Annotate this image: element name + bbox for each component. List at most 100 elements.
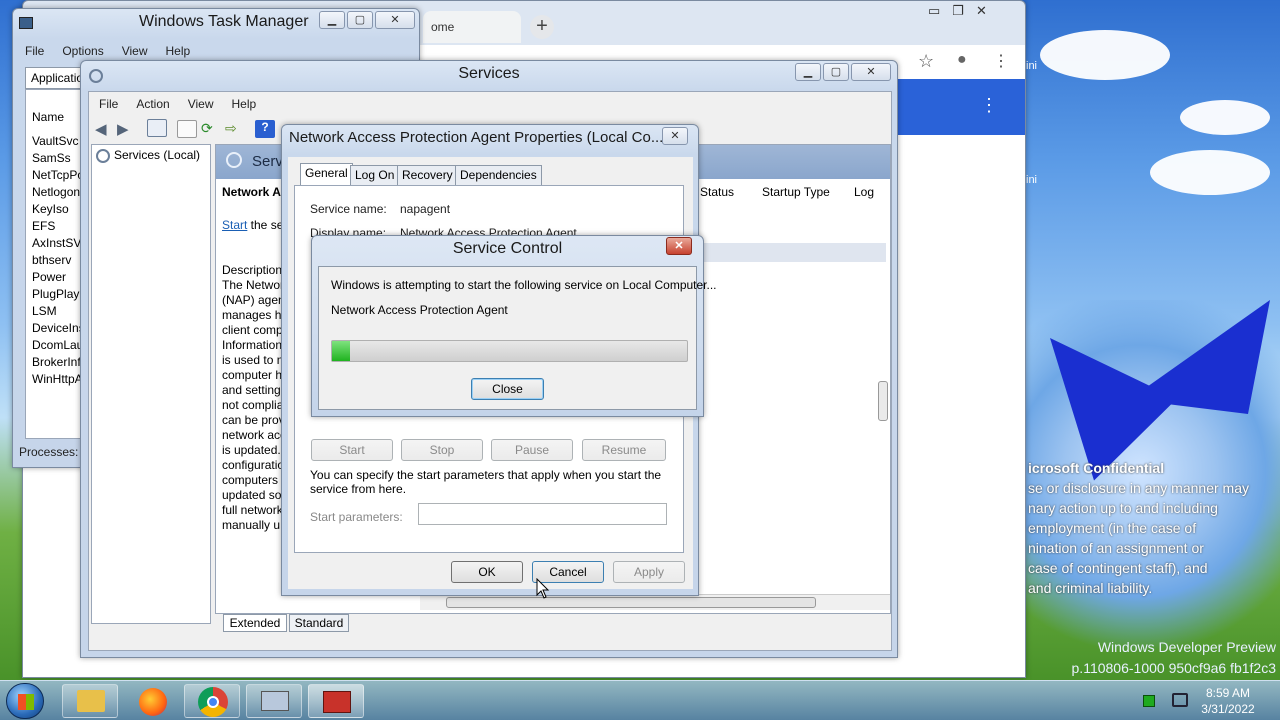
menu-file[interactable]: File bbox=[99, 97, 118, 111]
menu-view[interactable]: View bbox=[122, 44, 148, 58]
menu-help[interactable]: Help bbox=[166, 44, 191, 58]
help-icon[interactable]: ? bbox=[255, 120, 275, 138]
start-params-input[interactable] bbox=[418, 503, 667, 525]
taskbar-services[interactable] bbox=[308, 684, 364, 718]
start-button[interactable] bbox=[6, 683, 44, 719]
bookmark-star-icon[interactable]: ☆ bbox=[918, 51, 934, 72]
tray-clock[interactable]: 8:59 AM 3/31/2022 bbox=[1196, 685, 1260, 717]
service-description: Description The Network (NAP) agen manages … bbox=[222, 263, 286, 533]
processes-status: Processes: 4 bbox=[19, 445, 85, 459]
description-line: manually u bbox=[222, 518, 281, 532]
close-button[interactable]: ✕ bbox=[851, 63, 891, 81]
tab-recovery[interactable]: Recovery bbox=[397, 165, 458, 185]
progress-message: Windows is attempting to start the follo… bbox=[331, 278, 717, 292]
page-menu-icon[interactable]: ⋮ bbox=[980, 95, 998, 116]
start-service-link[interactable]: Start bbox=[222, 218, 247, 232]
network-icon[interactable] bbox=[1172, 693, 1188, 707]
confidential-line: nary action up to and including bbox=[1028, 500, 1218, 516]
column-log-on-as[interactable]: Log bbox=[854, 185, 874, 199]
description-line: is used to m bbox=[222, 353, 286, 367]
vertical-scrollbar-thumb[interactable] bbox=[878, 381, 888, 421]
account-icon[interactable]: ● bbox=[957, 51, 967, 69]
column-name[interactable]: Name bbox=[32, 110, 64, 124]
confidential-watermark: icrosoft Confidential se or disclosure i… bbox=[1028, 458, 1280, 598]
chrome-tab[interactable]: ome bbox=[423, 11, 521, 43]
description-line: Description bbox=[222, 263, 283, 277]
taskbar-task-manager[interactable] bbox=[246, 684, 302, 718]
cloud bbox=[1040, 30, 1170, 80]
tab-log-on[interactable]: Log On bbox=[350, 165, 400, 185]
description-line: (NAP) agen bbox=[222, 293, 285, 307]
service-control-dialog: Service Control ✕ Windows is attempting … bbox=[311, 235, 717, 417]
start-link-line: Start the se bbox=[222, 218, 286, 232]
caption-buttons: ▁ ▢ ✕ bbox=[319, 11, 415, 29]
properties-icon[interactable] bbox=[177, 120, 197, 138]
properties-tabs: General Log On Recovery Dependencies bbox=[294, 163, 684, 187]
services-menubar: File Action View Help bbox=[99, 97, 256, 111]
minimize-button[interactable]: ▁ bbox=[319, 11, 345, 29]
progress-service-name: Network Access Protection Agent bbox=[331, 303, 508, 317]
description-line: computers bbox=[222, 473, 279, 487]
column-status[interactable]: Status bbox=[700, 185, 734, 199]
start-params-label: Start parameters: bbox=[310, 510, 403, 524]
maximize-button[interactable]: ▢ bbox=[823, 63, 849, 81]
service-control-client: Windows is attempting to start the follo… bbox=[318, 266, 717, 410]
tab-applications[interactable]: Applications bbox=[25, 67, 85, 89]
forward-arrow-icon[interactable]: ▶ bbox=[117, 120, 137, 138]
caption-buttons: ✕ bbox=[662, 127, 688, 145]
description-line: computer h bbox=[222, 368, 283, 382]
mouse-cursor-icon bbox=[536, 578, 550, 599]
minimize-button[interactable]: ▭ bbox=[928, 3, 940, 19]
close-button[interactable]: ✕ bbox=[375, 11, 415, 29]
tab-general[interactable]: General bbox=[300, 163, 353, 185]
resume-button[interactable]: Resume bbox=[582, 439, 666, 461]
menu-action[interactable]: Action bbox=[136, 97, 169, 111]
horizontal-scrollbar-thumb[interactable] bbox=[446, 597, 816, 608]
description-line: network acc bbox=[222, 428, 286, 442]
confidential-line: se or disclosure in any manner may bbox=[1028, 480, 1249, 496]
description-line: The Network bbox=[222, 278, 286, 292]
tree-item-services-local[interactable]: Services (Local) bbox=[114, 148, 200, 162]
menu-help[interactable]: Help bbox=[232, 97, 257, 111]
show-tree-icon[interactable] bbox=[147, 119, 167, 137]
horizontal-scrollbar[interactable] bbox=[420, 594, 890, 610]
confidential-line: employment (in the case of bbox=[1028, 520, 1197, 536]
menu-view[interactable]: View bbox=[188, 97, 214, 111]
dev-preview-watermark: Windows Developer Preview p.110806-1000 … bbox=[1040, 637, 1276, 679]
description-line: can be prov bbox=[222, 413, 285, 427]
menu-file[interactable]: File bbox=[25, 44, 44, 58]
desktop-edge-text: ini bbox=[1026, 60, 1038, 72]
restore-button[interactable]: ❐ bbox=[952, 3, 964, 19]
back-arrow-icon[interactable]: ◀ bbox=[95, 120, 115, 138]
stop-button[interactable]: Stop bbox=[401, 439, 483, 461]
windows-logo-icon bbox=[18, 694, 34, 710]
refresh-icon[interactable]: ⟳ bbox=[201, 120, 221, 138]
ok-button[interactable]: OK bbox=[451, 561, 523, 583]
close-button[interactable]: ✕ bbox=[976, 3, 987, 19]
close-button[interactable]: ✕ bbox=[666, 237, 692, 255]
clock-date: 3/31/2022 bbox=[1201, 702, 1255, 716]
tab-standard[interactable]: Standard bbox=[289, 614, 349, 632]
maximize-button[interactable]: ▢ bbox=[347, 11, 373, 29]
apply-button[interactable]: Apply bbox=[613, 561, 685, 583]
taskbar-firefox[interactable] bbox=[124, 684, 180, 718]
new-tab-button[interactable]: + bbox=[530, 15, 554, 39]
tray-status-icon[interactable] bbox=[1143, 695, 1155, 707]
close-button[interactable]: ✕ bbox=[662, 127, 688, 145]
menu-options[interactable]: Options bbox=[62, 44, 103, 58]
tab-extended[interactable]: Extended bbox=[223, 614, 287, 632]
column-startup-type[interactable]: Startup Type bbox=[762, 185, 830, 199]
taskbar-explorer[interactable] bbox=[62, 684, 118, 718]
export-icon[interactable]: ⇨ bbox=[225, 120, 245, 138]
start-button[interactable]: Start bbox=[311, 439, 393, 461]
chrome-caption-buttons: ▭ ❐ ✕ bbox=[928, 3, 987, 19]
progress-fill bbox=[332, 341, 350, 361]
pause-button[interactable]: Pause bbox=[491, 439, 573, 461]
description-line: client comp bbox=[222, 323, 283, 337]
minimize-button[interactable]: ▁ bbox=[795, 63, 821, 81]
tab-dependencies[interactable]: Dependencies bbox=[455, 165, 542, 185]
task-row[interactable]: WinHttpAutoProxySvc bbox=[32, 372, 84, 391]
close-dialog-button[interactable]: Close bbox=[471, 378, 544, 400]
taskbar-chrome[interactable] bbox=[184, 684, 240, 718]
chrome-menu-icon[interactable]: ⋮ bbox=[993, 51, 1009, 71]
